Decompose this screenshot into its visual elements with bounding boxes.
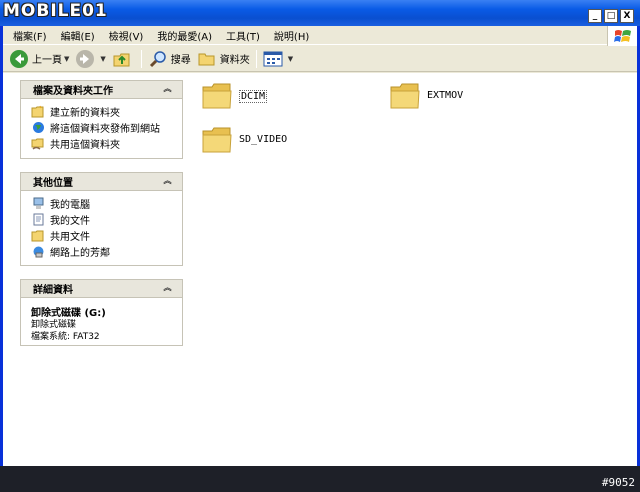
views-button[interactable]: ▼ [263,50,293,68]
globe-icon [31,120,45,134]
task-publish-web[interactable]: 將這個資料夾發佈到網站 [31,119,174,135]
windows-logo-icon [607,26,637,46]
task-new-folder[interactable]: 建立新的資料夾 [31,103,174,119]
folder-icon [202,127,232,153]
place-label: 我的電腦 [50,199,90,211]
title-bar[interactable]: MOBILE01 _ □ X [0,0,640,26]
back-arrow-icon [10,49,28,68]
window-controls: _ □ X [588,9,634,23]
collapse-icon[interactable]: ︽ [161,282,174,295]
views-icon [263,51,283,66]
maximize-button[interactable]: □ [604,9,618,23]
search-label: 搜尋 [170,55,191,66]
drive-name: 卸除式磁碟 (G:) [31,308,106,319]
drive-filesystem: 檔案系統: FAT32 [31,332,100,342]
watermark-logo: MOBILE01 [3,1,108,21]
forward-dropdown-icon[interactable]: ▼ [100,55,105,63]
place-my-computer[interactable]: 我的電腦 [31,195,174,211]
other-places-title: 其他位置 [33,178,73,189]
details-header[interactable]: 詳細資料 ︽ [21,280,182,298]
folders-button[interactable]: 資料夾 [197,49,250,69]
place-label: 網路上的芳鄰 [50,247,110,259]
file-tasks-panel: 檔案及資料夾工作 ︽ 建立新的資料夾 將這個資料夾發佈到網站 共用這個資料夾 [20,80,183,159]
menu-bar: 檔案(F) 編輯(E) 檢視(V) 我的最愛(A) 工具(T) 說明(H) [3,26,637,45]
search-button[interactable]: 搜尋 [148,49,191,69]
folder-icon [31,228,45,242]
file-tasks-header[interactable]: 檔案及資料夾工作 ︽ [21,81,182,99]
menu-file[interactable]: 檔案(F) [13,28,47,43]
folders-icon [198,53,215,65]
folder-item[interactable]: DCIM [201,81,268,111]
task-label: 將這個資料夾發佈到網站 [50,123,160,135]
new-folder-icon [31,104,45,118]
up-folder-button[interactable] [112,49,135,69]
place-label: 我的文件 [50,215,90,227]
views-dropdown-icon[interactable]: ▼ [288,55,293,63]
task-label: 共用這個資料夾 [50,139,120,151]
other-places-panel: 其他位置 ︽ 我的電腦 我的文件 共用文件 網路上的芳鄰 [20,172,183,266]
menu-tools[interactable]: 工具(T) [226,28,260,43]
folder-name: SD_VIDEO [239,134,288,145]
forward-button[interactable]: ▼ [75,49,106,69]
folder-icon [202,83,232,109]
collapse-icon[interactable]: ︽ [161,83,174,96]
close-button[interactable]: X [620,9,634,23]
menu-favorites[interactable]: 我的最愛(A) [157,28,212,43]
task-label: 建立新的資料夾 [50,107,120,119]
collapse-icon[interactable]: ︽ [161,175,174,188]
minimize-button[interactable]: _ [588,9,602,23]
menu-help[interactable]: 說明(H) [274,28,309,43]
watermark-id: #9052 [601,476,635,489]
toolbar-separator [140,49,142,68]
folder-icon [390,83,420,109]
menu-edit[interactable]: 編輯(E) [61,28,95,43]
details-title: 詳細資料 [33,285,73,296]
toolbar: 上一頁 ▼ ▼ 搜尋 資料夾 ▼ [3,46,637,72]
folder-item[interactable]: SD_VIDEO [201,125,287,155]
explorer-window: MOBILE01 _ □ X 檔案(F) 編輯(E) 檢視(V) 我的最愛(A)… [0,0,640,466]
place-my-documents[interactable]: 我的文件 [31,211,174,227]
back-label: 上一頁 [32,55,62,66]
folders-label: 資料夾 [219,55,250,66]
toolbar-separator [255,49,257,68]
content-area: 檔案及資料夾工作 ︽ 建立新的資料夾 將這個資料夾發佈到網站 共用這個資料夾 其… [3,73,637,466]
details-panel: 詳細資料 ︽ 卸除式磁碟 (G:) 卸除式磁碟 檔案系統: FAT32 [20,279,183,346]
network-icon [31,244,45,258]
task-share-folder[interactable]: 共用這個資料夾 [31,135,174,151]
place-label: 共用文件 [50,231,90,243]
back-button[interactable]: 上一頁 ▼ [9,49,69,69]
shared-folder-icon [31,136,45,150]
other-places-header[interactable]: 其他位置 ︽ [21,173,182,191]
desktop-background: #9052 [0,466,640,492]
up-folder-icon [113,53,130,66]
computer-icon [31,196,45,210]
search-icon [149,50,166,67]
documents-icon [31,212,45,226]
place-network[interactable]: 網路上的芳鄰 [31,243,174,259]
forward-arrow-icon [76,49,95,68]
menu-view[interactable]: 檢視(V) [109,28,144,43]
back-dropdown-icon[interactable]: ▼ [64,55,69,63]
drive-type: 卸除式磁碟 [31,320,77,330]
folder-name: EXTMOV [427,90,464,101]
folder-item[interactable]: EXTMOV [389,81,463,111]
folder-name: DCIM [239,90,268,103]
file-tasks-title: 檔案及資料夾工作 [33,86,113,97]
task-pane: 檔案及資料夾工作 ︽ 建立新的資料夾 將這個資料夾發佈到網站 共用這個資料夾 其… [3,73,193,466]
place-shared-documents[interactable]: 共用文件 [31,227,174,243]
